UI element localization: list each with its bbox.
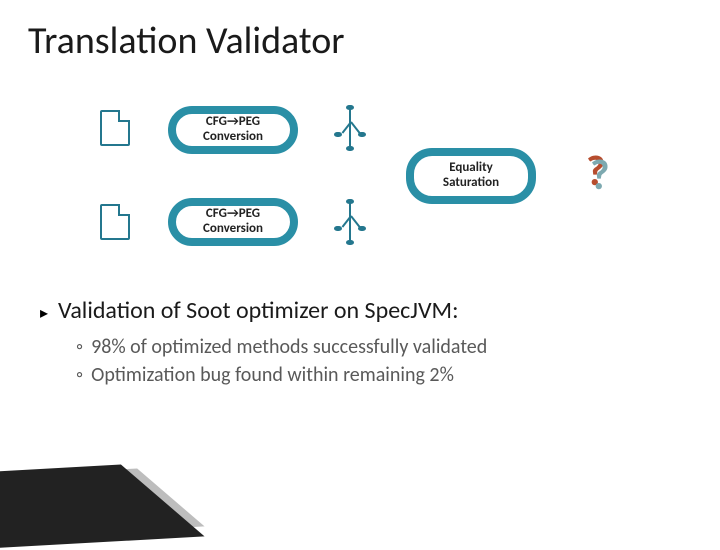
main-bullet-text: Validation of Soot optimizer on SpecJVM:	[58, 296, 458, 325]
equality-saturation-box: Equality Saturation	[406, 148, 536, 204]
peg-tree-icon-top	[336, 108, 364, 148]
cfg-peg-conversion-box-bottom: CFG→PEG Conversion	[168, 198, 298, 246]
pill-label-line2: Conversion	[203, 222, 263, 237]
pill-label-line1: CFG→PEG	[206, 207, 260, 222]
diagram-area: CFG→PEG Conversion CFG→PEG Conversion Eq…	[0, 104, 720, 284]
sub-bullet-marker-icon: ◦	[76, 335, 83, 359]
question-front: ?	[590, 150, 609, 201]
pill-label-line1: CFG→PEG	[206, 115, 260, 130]
source-page-icon-top	[100, 110, 130, 146]
body-text: ▸ Validation of Soot optimizer on SpecJV…	[40, 296, 720, 387]
slide-title: Translation Validator	[0, 0, 720, 64]
question-mark-icon: ? ?	[584, 148, 626, 196]
pill-label-line1: Equality	[449, 161, 493, 176]
source-page-icon-bottom	[100, 204, 130, 240]
pill-label-line2: Conversion	[203, 130, 263, 145]
sub-bullet-marker-icon: ◦	[76, 363, 83, 387]
bullet-marker-icon: ▸	[40, 303, 48, 323]
peg-tree-icon-bottom	[336, 202, 364, 242]
pill-label-line2: Saturation	[443, 176, 499, 191]
sub-bullet-2-text: Optimization bug found within remaining …	[91, 363, 454, 387]
sub-bullet-2: ◦ Optimization bug found within remainin…	[76, 363, 720, 387]
cfg-peg-conversion-box-top: CFG→PEG Conversion	[168, 106, 298, 154]
sub-bullet-list: ◦ 98% of optimized methods successfully …	[76, 335, 720, 387]
sub-bullet-1: ◦ 98% of optimized methods successfully …	[76, 335, 720, 359]
sub-bullet-1-text: 98% of optimized methods successfully va…	[91, 335, 487, 359]
main-bullet: ▸ Validation of Soot optimizer on SpecJV…	[40, 296, 720, 325]
